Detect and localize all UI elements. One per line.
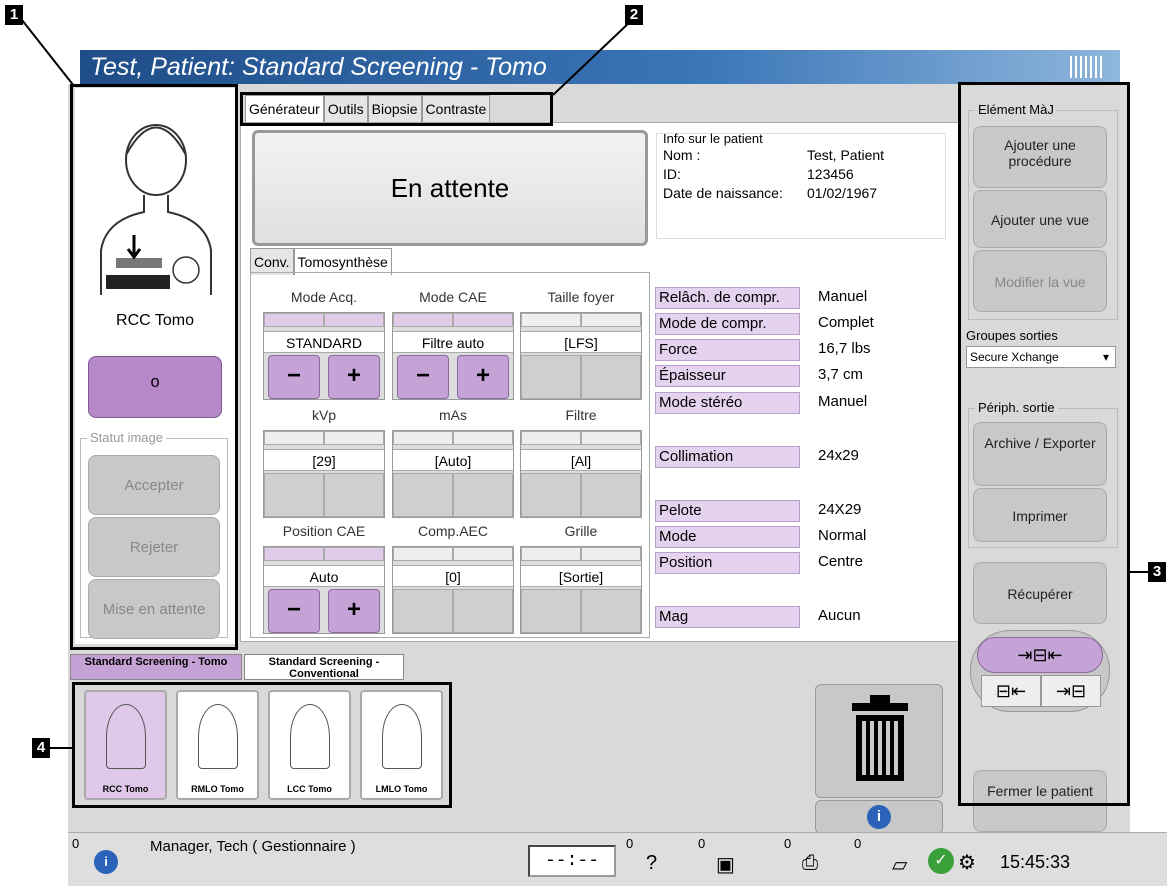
notes-icon[interactable]: ▱ — [892, 852, 907, 877]
status-count: 0 — [698, 836, 706, 851]
callout-number-3: 3 — [1148, 562, 1166, 582]
status-count: 0 — [854, 836, 862, 851]
device-icon[interactable]: ▣ — [716, 852, 735, 877]
status-count: 0 — [784, 836, 792, 851]
current-user: Manager, Tech ( Gestionnaire ) — [150, 838, 356, 855]
system-ok-icon[interactable]: ✓ — [928, 848, 954, 874]
printer-icon[interactable]: ⎙ — [802, 852, 818, 875]
status-count: 0 — [626, 836, 634, 851]
callout-box-2 — [240, 92, 553, 126]
exposure-timer: --:-- — [528, 845, 616, 877]
system-status-icon[interactable]: ⚙ — [958, 850, 976, 875]
callout-box-4 — [72, 682, 452, 808]
callout-number-4: 4 — [32, 738, 50, 758]
help-icon[interactable]: ? — [646, 852, 657, 875]
status-count: 0 — [72, 836, 80, 851]
callout-number-2: 2 — [625, 5, 643, 25]
callout-box-3 — [958, 82, 1130, 806]
clock-time: 15:45:33 — [1000, 852, 1071, 872]
info-icon[interactable]: i — [94, 850, 118, 874]
